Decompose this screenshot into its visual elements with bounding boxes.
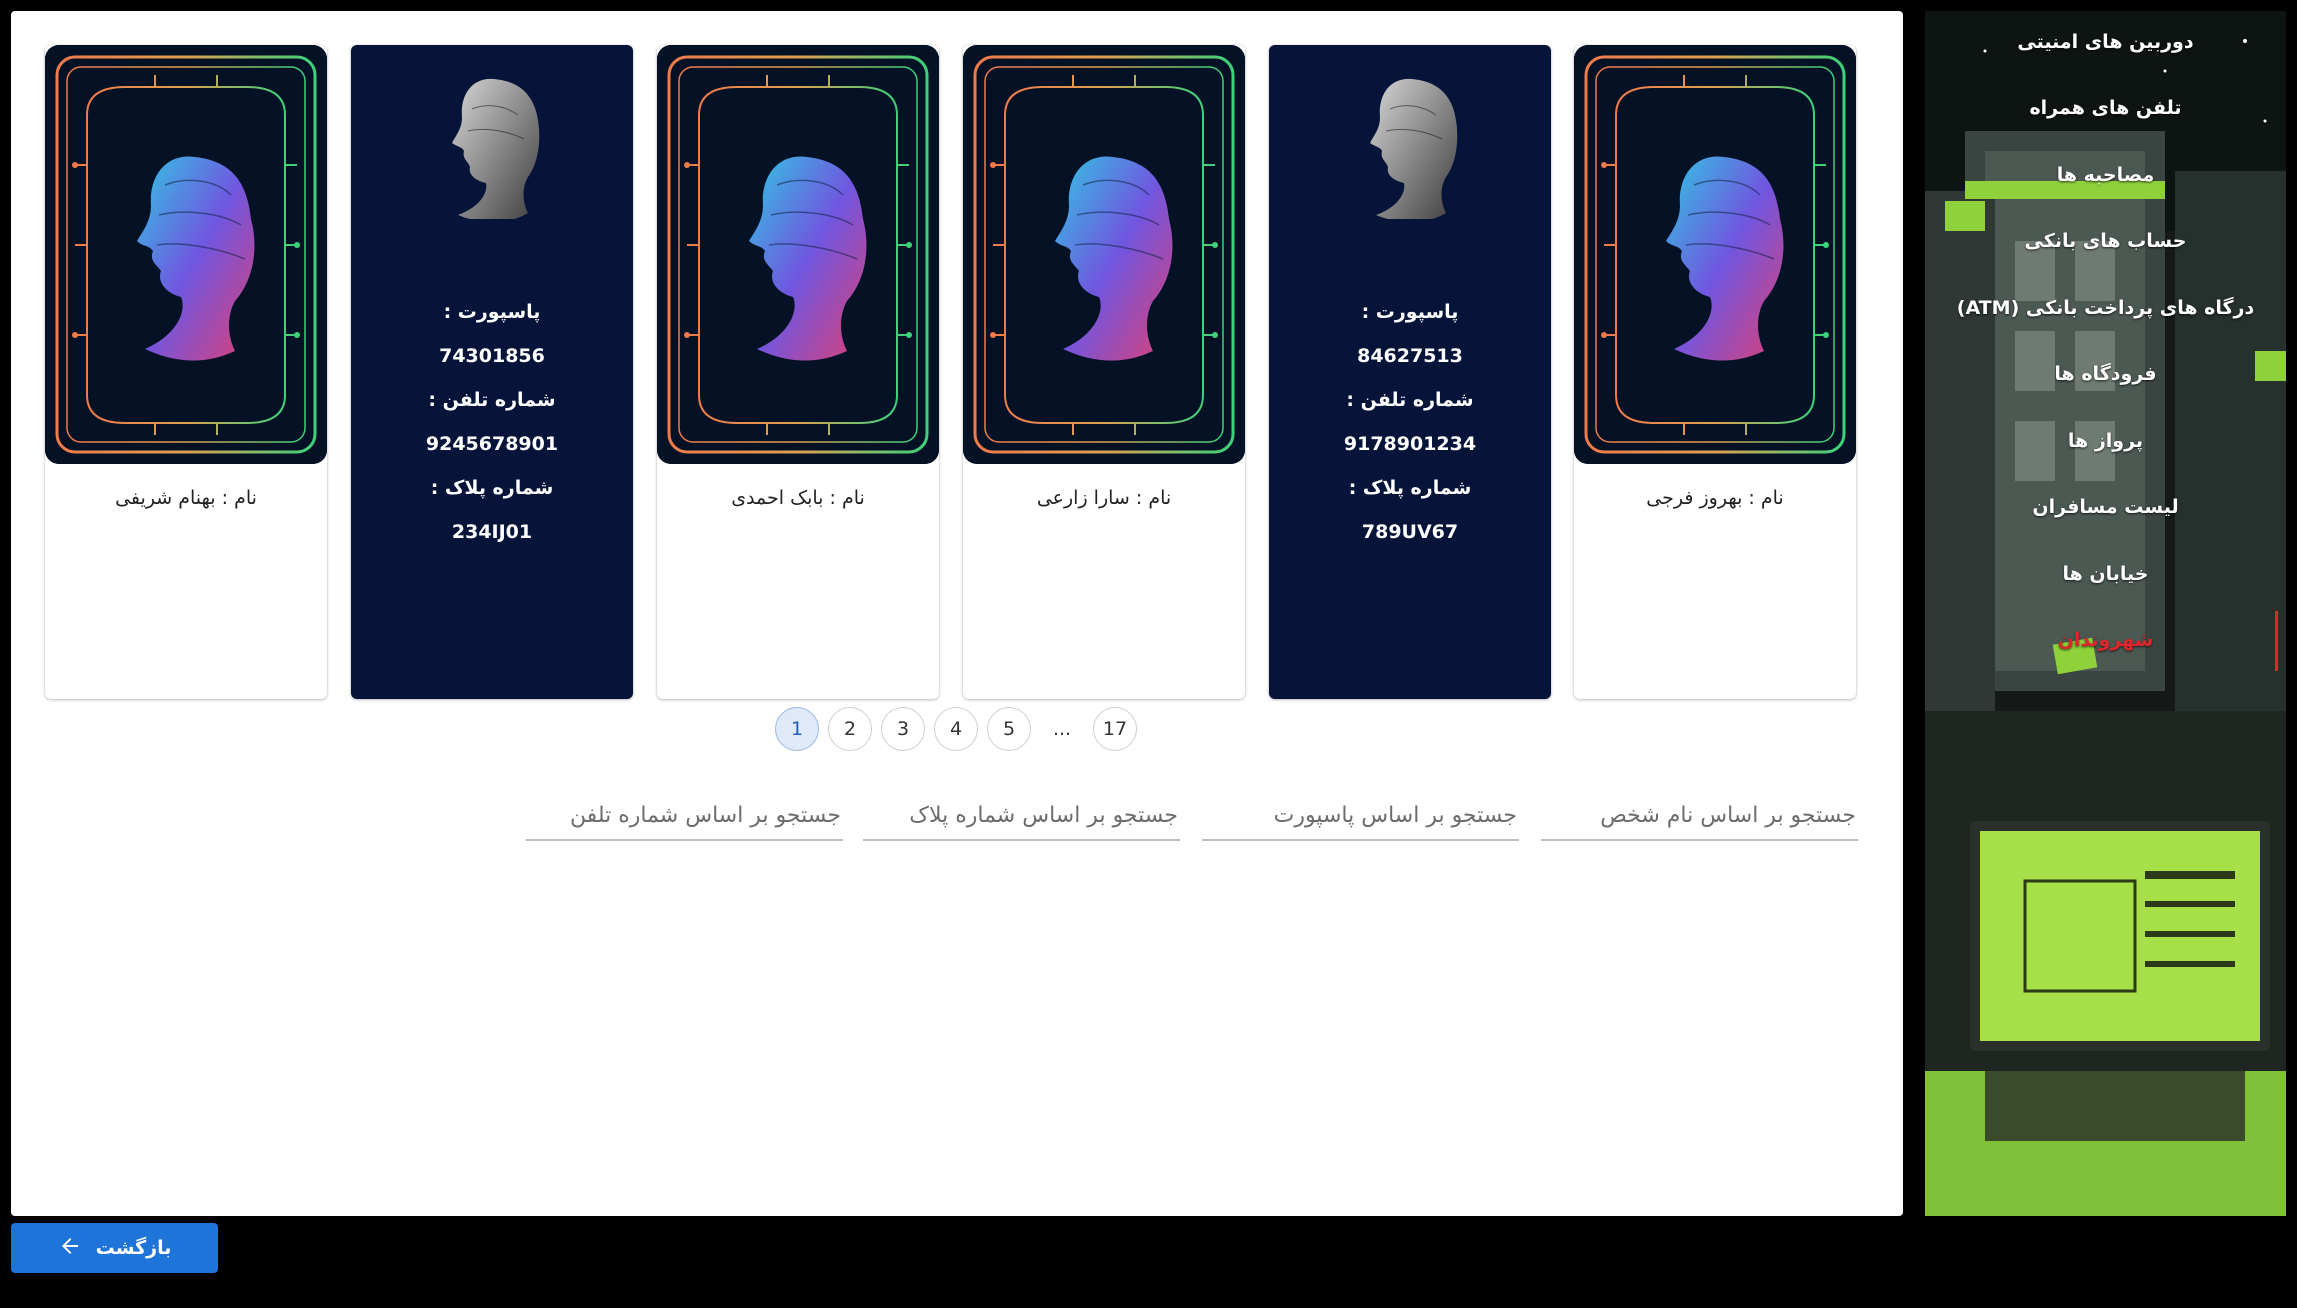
sidebar-item-bank-accounts[interactable]: حساب های بانکی [1925, 230, 2286, 252]
page-button-3[interactable]: 3 [881, 707, 925, 751]
back-button[interactable]: بازگشت [11, 1223, 218, 1273]
page-button-last[interactable]: 17 [1093, 707, 1137, 751]
citizen-name: نام : سارا زارعی [1036, 487, 1172, 509]
page-button-2[interactable]: 2 [828, 707, 872, 751]
sidebar-item-passenger-list[interactable]: لیست مسافران [1925, 496, 2286, 518]
passport-value: 84627513 [1357, 345, 1463, 367]
page-button-4[interactable]: 4 [934, 707, 978, 751]
sidebar-item-streets[interactable]: خیابان ها [1925, 563, 2286, 585]
search-phone-input[interactable] [526, 791, 843, 841]
passport-label: پاسپورت : [1361, 301, 1459, 323]
citizen-name: نام : بهروز فرجی [1646, 487, 1784, 509]
citizen-bust-image [1369, 78, 1458, 219]
sidebar-item-atm[interactable]: درگاه های پرداخت بانکی (ATM) [1925, 297, 2286, 319]
citizen-portrait [657, 45, 939, 464]
citizen-name: نام : بابک احمدی [731, 487, 865, 509]
citizen-card-details[interactable]: پاسپورت : 74301856 شماره تلفن : 92456789… [351, 45, 633, 699]
citizen-name: نام : بهنام شریفی [115, 487, 257, 509]
sidebar-item-flights[interactable]: پرواز ها [1925, 430, 2286, 452]
sidebar-item-security-cameras[interactable]: دوربین های امنیتی [1925, 31, 2286, 53]
phone-label: شماره تلفن : [1346, 389, 1474, 411]
back-button-label: بازگشت [95, 1237, 172, 1259]
arrow-left-icon [58, 1234, 82, 1263]
plate-value: 789UV67 [1361, 521, 1459, 543]
citizen-card[interactable]: نام : بابک احمدی [657, 45, 939, 699]
sidebar-background-image [1925, 11, 2286, 1216]
passport-label: پاسپورت : [443, 301, 541, 323]
citizen-bust-image [451, 78, 540, 219]
page-button-5[interactable]: 5 [987, 707, 1031, 751]
sidebar-item-interviews[interactable]: مصاحبه ها [1925, 164, 2286, 186]
sidebar-item-mobile-phones[interactable]: تلفن های همراه [1925, 97, 2286, 119]
pagination-ellipsis: ... [1040, 707, 1084, 751]
search-name-input[interactable] [1541, 791, 1858, 841]
search-plate-input[interactable] [863, 791, 1180, 841]
citizen-card[interactable]: نام : بهنام شریفی [45, 45, 327, 699]
citizen-portrait [45, 45, 327, 464]
sidebar-item-citizens[interactable]: شهروندان [1925, 629, 2286, 651]
citizen-card[interactable]: نام : سارا زارعی [963, 45, 1245, 699]
search-passport-input[interactable] [1202, 791, 1519, 841]
citizen-card-details[interactable]: پاسپورت : 84627513 شماره تلفن : 91789012… [1269, 45, 1551, 699]
sidebar: دوربین های امنیتی تلفن های همراه مصاحبه … [1925, 11, 2286, 1216]
citizen-portrait [963, 45, 1245, 464]
sidebar-item-airports[interactable]: فرودگاه ها [1925, 363, 2286, 385]
plate-value: 234IJ01 [451, 521, 533, 543]
phone-value: 9245678901 [425, 433, 559, 455]
plate-label: شماره پلاک : [430, 477, 554, 499]
main-panel: نام : بهروز فرجی پاسپورت : 84627513 شمار… [11, 11, 1903, 1216]
citizen-portrait [1574, 45, 1856, 464]
pagination: 1 2 3 4 5 ... 17 [775, 707, 1137, 755]
plate-label: شماره پلاک : [1348, 477, 1472, 499]
phone-value: 9178901234 [1343, 433, 1477, 455]
phone-label: شماره تلفن : [428, 389, 556, 411]
passport-value: 74301856 [439, 345, 545, 367]
citizen-card[interactable]: نام : بهروز فرجی [1574, 45, 1856, 699]
page-button-1[interactable]: 1 [775, 707, 819, 751]
